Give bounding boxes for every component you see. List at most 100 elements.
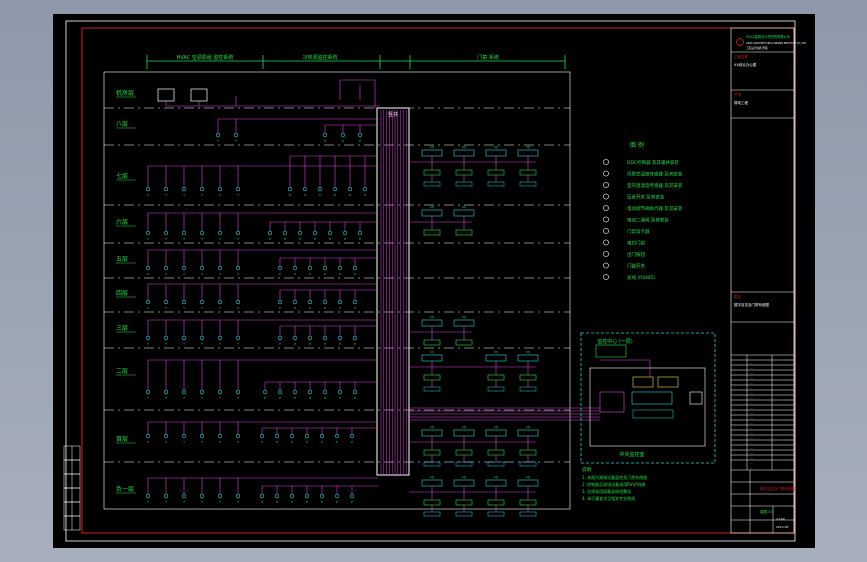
floor-label: 五层	[116, 256, 128, 263]
device-tag: T	[200, 500, 203, 504]
device-tag: P	[309, 272, 311, 276]
legend-item-label: 门磁开关	[627, 263, 645, 270]
company-qualification: 工程设计资质 甲级	[746, 46, 768, 50]
device-tag: P	[349, 193, 351, 197]
device-tag: T	[182, 440, 185, 444]
device-tag: P	[309, 306, 311, 310]
device-tag: T	[164, 440, 167, 444]
notes-title: 说明:	[582, 466, 593, 473]
device-tag: P	[336, 500, 338, 504]
device-tag: T	[236, 306, 239, 310]
panel-tag: MJ	[430, 350, 434, 354]
device-tag: P	[354, 396, 356, 400]
device-tag: T	[146, 306, 149, 310]
device-tag: P	[304, 193, 306, 197]
legend-item-label: 电动二通阀 及其安装	[627, 217, 669, 224]
device-tag: T	[200, 193, 203, 197]
device-tag: P	[294, 396, 296, 400]
notes-line: 3. 总线采用屏蔽双绞线敷设	[582, 488, 631, 494]
device-tag: P	[299, 237, 301, 241]
legend-item-label: 出门按钮	[627, 251, 645, 258]
project-name: XX综合办公楼	[734, 62, 757, 67]
device-tag: P	[354, 272, 356, 276]
dimension-label: 门禁 系统	[477, 54, 499, 61]
device-tag: T	[182, 342, 185, 346]
device-tag: P	[336, 440, 338, 444]
device-tag: P	[351, 440, 353, 444]
device-tag: P	[306, 440, 308, 444]
legend-item-label: 电控门锁	[627, 240, 645, 247]
legend-item-label: 门禁读卡器	[627, 228, 650, 235]
device-tag: T	[164, 306, 167, 310]
device-tag: P	[269, 237, 271, 241]
title-block-cell-mark: —	[750, 416, 753, 420]
device-tag: T	[182, 306, 185, 310]
device-tag: T	[200, 237, 203, 241]
device-tag: P	[329, 237, 331, 241]
company-name: XXXX建筑设计研究院有限公司	[746, 34, 790, 39]
device-tag: T	[236, 396, 239, 400]
panel-tag: MJ	[462, 315, 466, 319]
title-block-cell-mark: —	[750, 396, 753, 400]
device-tag: P	[294, 272, 296, 276]
device-tag: T	[218, 440, 221, 444]
device-tag: P	[291, 500, 293, 504]
floor-label: 四层	[116, 290, 128, 297]
device-tag: T	[236, 500, 239, 504]
device-tag: T	[200, 272, 203, 276]
title-block-cell-mark: —	[750, 466, 753, 470]
panel-tag: MJ	[462, 205, 466, 209]
company-name-en: XXXX ARCHITECTURAL DESIGN INSTITUTE CO.,…	[746, 42, 806, 45]
device-tag: P	[324, 396, 326, 400]
panel-tag: MJ	[430, 145, 434, 149]
floor-label: 六层	[116, 218, 128, 226]
device-tag: T	[236, 272, 239, 276]
device-tag: T	[236, 440, 239, 444]
device-tag: P	[359, 237, 361, 241]
legend-item-label: 压差开关 及其安装	[627, 194, 665, 201]
title-block-cell-mark: —	[750, 371, 753, 375]
device-tag: T	[200, 440, 203, 444]
control-room-title: 监控中心 (一层)	[597, 338, 633, 345]
title-block-cell-mark: —	[750, 451, 753, 455]
floor-label: 七层	[116, 172, 128, 180]
device-tag: P	[291, 440, 293, 444]
device-tag: P	[339, 306, 341, 310]
title-block-cell-mark: —	[750, 426, 753, 430]
panel-tag: MJ	[526, 145, 530, 149]
title-block-cell-mark: —	[750, 381, 753, 385]
device-tag: T	[182, 500, 185, 504]
panel-tag: MJ	[430, 315, 434, 319]
device-tag: T	[200, 396, 203, 400]
panel-tag: MJ	[494, 350, 498, 354]
device-tag: T	[146, 396, 149, 400]
panel-tag: MJ	[526, 350, 530, 354]
drawing-number: 弱施-03	[760, 509, 773, 514]
device-tag: P	[324, 272, 326, 276]
device-tag: T	[146, 237, 149, 241]
device-tag: T	[236, 237, 239, 241]
drawing-title-stamp: 楼宇自控及门禁系统图	[760, 486, 795, 491]
device-tag: P	[261, 500, 263, 504]
device-tag: P	[261, 440, 263, 444]
device-tag: T	[200, 306, 203, 310]
cad-viewport[interactable]: HVAC 空调机组 监控系统 冷热源监控系统 门禁 系统 机房层 八层 七层 六层 五层 四层三…	[0, 0, 867, 562]
device-tag: T	[164, 237, 167, 241]
drawing-date: 2012.05	[776, 525, 788, 529]
drawing-scale: 1:100	[776, 517, 785, 521]
device-tag: P	[354, 306, 356, 310]
device-tag: T	[234, 139, 237, 143]
title-block-cell-mark: —	[750, 391, 753, 395]
panel-tag: MJ	[462, 475, 466, 479]
device-tag: P	[294, 306, 296, 310]
panel-tag: MJ	[526, 425, 530, 429]
notes-line: 2. 控制器至现场设备采用RVVP线缆	[582, 481, 646, 487]
sub-label: 子项	[734, 92, 742, 97]
device-tag: T	[164, 193, 167, 197]
device-tag: P	[339, 272, 341, 276]
device-tag: P	[324, 139, 326, 143]
device-tag: T	[218, 237, 221, 241]
device-tag: P	[339, 342, 341, 346]
floor-label: 机房层	[116, 89, 134, 97]
floor-label: 八层	[116, 121, 128, 128]
